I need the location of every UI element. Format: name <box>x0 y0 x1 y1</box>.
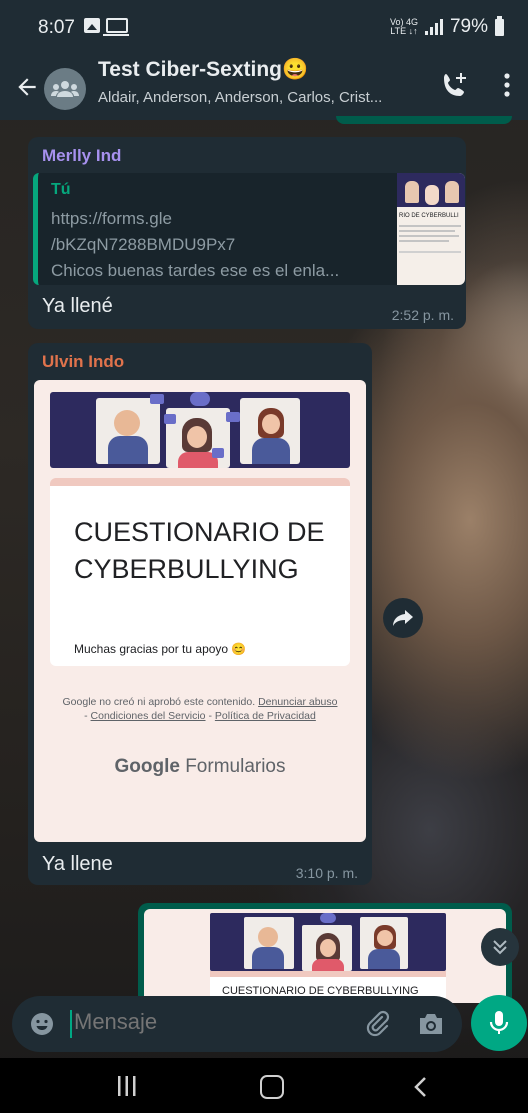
back-arrow-icon[interactable] <box>14 74 40 100</box>
message-text: Ya llené <box>42 295 113 317</box>
google-word: Google <box>114 756 180 777</box>
forward-button[interactable] <box>383 598 423 638</box>
quote-thumbnail: RIO DE CYBERBULLI <box>397 173 465 285</box>
status-right: Vo) 4G LTE ↓↑ 79% <box>389 15 504 38</box>
battery-icon <box>495 15 504 36</box>
privacy-link: Política de Privacidad <box>214 710 316 722</box>
nav-back-icon[interactable] <box>412 1076 428 1098</box>
group-avatar-icon[interactable] <box>44 68 86 110</box>
scroll-to-bottom-button[interactable] <box>481 928 519 966</box>
sender-name[interactable]: Ulvin Indo <box>42 352 124 372</box>
camera-icon[interactable] <box>417 1011 445 1037</box>
nav-recents-icon[interactable] <box>116 1076 138 1096</box>
quote-author: Tú <box>51 181 71 198</box>
terms-link: Condiciones del Servicio <box>90 710 206 722</box>
message-time: 2:52 p. m. <box>391 307 454 323</box>
screen-cast-icon <box>103 18 129 36</box>
link-preview-image[interactable]: CUESTIONARIO DE CYBERBULLYING Muchas gra… <box>34 380 366 842</box>
report-abuse-link: Denunciar abuso <box>258 696 338 708</box>
add-call-icon[interactable] <box>440 70 470 100</box>
nav-home-icon[interactable] <box>260 1075 284 1099</box>
quote-line: /bKZqN7288BMDU9Px7 <box>51 235 236 254</box>
system-navigation-bar <box>0 1058 528 1113</box>
quote-line: https://forms.gle <box>51 209 172 228</box>
attach-icon[interactable] <box>364 1010 392 1038</box>
previous-message-edge <box>336 116 512 124</box>
chat-header: Test Ciber-Sexting😀 Aldair, Anderson, An… <box>0 56 528 120</box>
message-input-container <box>12 996 462 1052</box>
form-disclaimer: Google no creó ni aprobó este contenido.… <box>62 696 338 722</box>
quote-line: Chicos buenas tardes ese es el enla... <box>51 261 340 280</box>
text-cursor <box>70 1010 72 1038</box>
form-title: CUESTIONARIO DE CYBERBULLYING <box>74 517 325 584</box>
notification-icons <box>84 18 129 36</box>
more-vert-icon[interactable] <box>500 72 514 98</box>
message-time: 3:10 p. m. <box>295 865 358 881</box>
status-bar: 8:07 Vo) 4G LTE ↓↑ 79% <box>0 0 528 56</box>
chat-title[interactable]: Test Ciber-Sexting😀 <box>98 58 308 82</box>
composer <box>0 988 528 1058</box>
disclaimer-text: Google no creó ni aprobó este contenido. <box>62 696 256 708</box>
chat-participants[interactable]: Aldair, Anderson, Anderson, Carlos, Cris… <box>98 89 420 106</box>
form-banner-illustration <box>50 392 350 468</box>
forms-word: Formularios <box>185 756 286 777</box>
form-banner-illustration <box>210 913 446 971</box>
message-text: Ya llene <box>42 853 113 875</box>
sender-name[interactable]: Merlly Ind <box>42 146 121 166</box>
google-forms-logo: Google Formularios <box>34 756 366 778</box>
image-notification-icon <box>84 18 100 33</box>
voice-message-button[interactable] <box>471 995 527 1051</box>
emoji-icon[interactable] <box>30 1012 54 1036</box>
form-subtitle: Muchas gracias por tu apoyo 😊 <box>74 642 247 656</box>
forward-icon <box>393 610 413 626</box>
mic-icon <box>489 1011 509 1034</box>
network-type: Vo) 4G LTE ↓↑ <box>389 17 418 36</box>
form-header-card: CUESTIONARIO DE CYBERBULLYING Muchas gra… <box>50 478 350 666</box>
status-time: 8:07 <box>38 17 75 38</box>
message-input[interactable] <box>74 1009 344 1035</box>
signal-icon <box>424 19 443 35</box>
battery-percent: 79% <box>449 16 488 37</box>
chevron-double-down-icon <box>493 940 507 955</box>
quoted-message[interactable]: Tú https://forms.gle /bKZqN7288BMDU9Px7 … <box>33 173 465 285</box>
